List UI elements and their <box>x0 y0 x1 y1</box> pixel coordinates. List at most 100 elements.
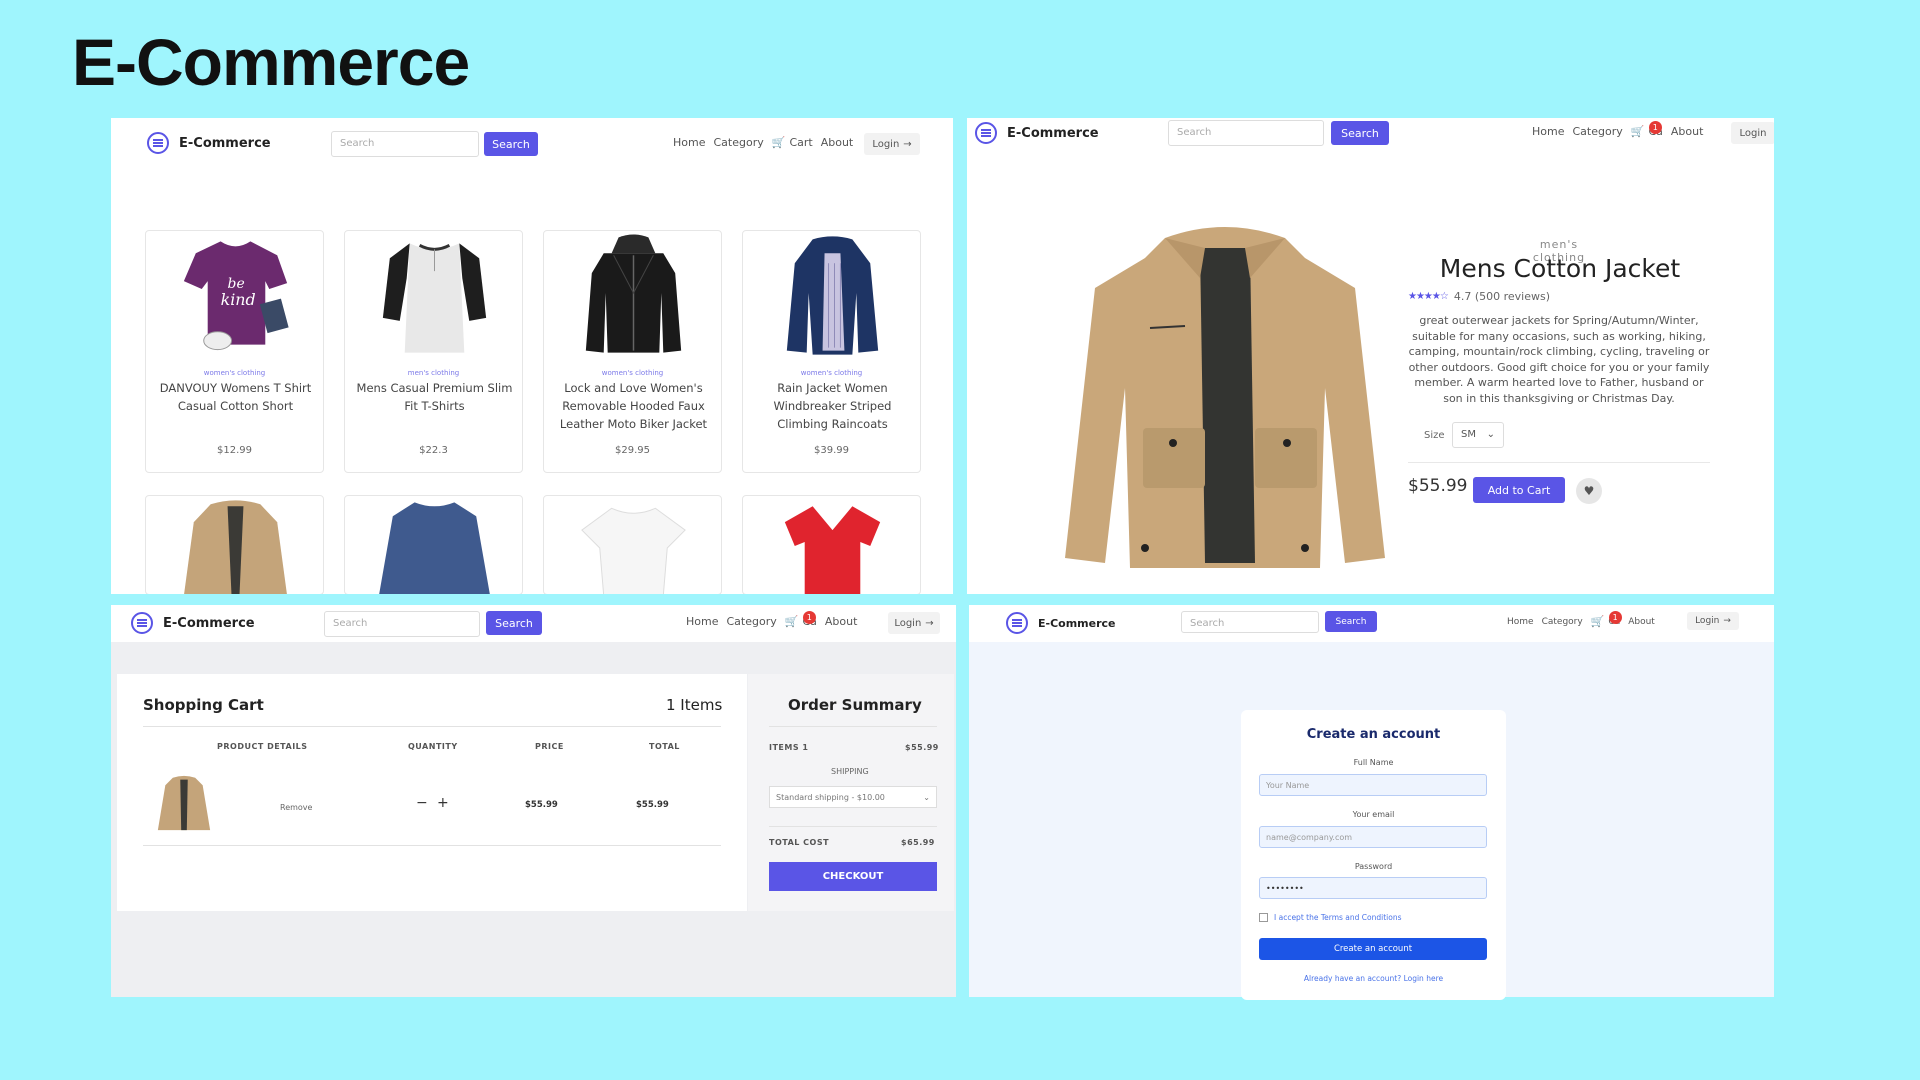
product-title[interactable]: DANVOUY Womens T Shirt Casual Cotton Sho… <box>156 379 315 415</box>
nav-home[interactable]: Home <box>1532 125 1564 138</box>
nav-category[interactable]: Category <box>726 615 776 628</box>
search-input[interactable]: Search <box>324 611 480 637</box>
product-card[interactable]: women's clothing Lock and Love Women's R… <box>543 230 722 473</box>
product-category: women's clothing <box>203 369 266 377</box>
chevron-down-icon: ⌄ <box>923 793 930 802</box>
logo-icon <box>1006 612 1028 634</box>
brand[interactable]: E-Commerce <box>1006 612 1116 634</box>
divider <box>1408 462 1710 463</box>
product-title[interactable]: Lock and Love Women's Removable Hooded F… <box>554 379 713 433</box>
nav-links: Home Category 🛒Ca1 About <box>1532 121 1704 138</box>
product-card[interactable] <box>344 495 523 594</box>
add-to-cart-button[interactable]: Add to Cart <box>1473 477 1565 503</box>
brand[interactable]: E-Commerce <box>975 122 1099 144</box>
arrow-right-icon: → <box>1723 616 1731 626</box>
nav-about[interactable]: About <box>825 615 858 628</box>
navbar: E-Commerce Search Search Home Category 🛒… <box>111 605 956 642</box>
product-card[interactable]: men's clothing Mens Casual Premium Slim … <box>344 230 523 473</box>
detail-title: Mens Cotton Jacket <box>1439 254 1681 283</box>
search-input[interactable]: Search <box>1181 611 1319 633</box>
size-select[interactable]: SM ⌄ <box>1452 422 1504 448</box>
nav-home[interactable]: Home <box>1507 617 1534 627</box>
email-input[interactable]: name@company.com <box>1259 826 1487 848</box>
remove-link[interactable]: Remove <box>280 803 312 812</box>
nav-home[interactable]: Home <box>686 615 718 628</box>
product-card[interactable] <box>145 495 324 594</box>
checkbox[interactable] <box>1259 913 1268 922</box>
brand[interactable]: E-Commerce <box>147 132 271 154</box>
cart-item-price: $55.99 <box>525 800 558 810</box>
shipping-select[interactable]: Standard shipping - $10.00 ⌄ <box>769 786 937 808</box>
cart-icon: 🛒 <box>1630 125 1645 138</box>
detail-description: great outerwear jackets for Spring/Autum… <box>1408 314 1710 405</box>
cart-items-count: 1 Items <box>666 696 723 714</box>
divider <box>143 726 721 727</box>
full-name-input[interactable]: Your Name <box>1259 774 1487 796</box>
nav-links: Home Category 🛒Ca1 About <box>686 611 858 628</box>
nav-cart[interactable]: 🛒Ca1 <box>785 611 817 628</box>
cart-item-image <box>157 775 211 831</box>
brand-name: E-Commerce <box>1038 616 1116 630</box>
terms-checkbox[interactable]: I accept the Terms and Conditions <box>1259 913 1402 922</box>
product-title[interactable]: Rain Jacket Women Windbreaker Striped Cl… <box>753 379 912 433</box>
product-card[interactable]: women's clothing Rain Jacket Women Windb… <box>742 230 921 473</box>
quantity-plus-button[interactable]: + <box>437 795 449 811</box>
product-card[interactable] <box>742 495 921 594</box>
create-account-button[interactable]: Create an account <box>1259 938 1487 960</box>
nav-category[interactable]: Category <box>1542 617 1583 627</box>
login-button[interactable]: Login → <box>864 133 920 155</box>
search-input[interactable]: Search <box>331 131 479 157</box>
login-here-link[interactable]: Already have an account? Login here <box>1241 974 1506 983</box>
chevron-down-icon: ⌄ <box>1486 429 1495 440</box>
product-image-navy-raincoat <box>786 236 879 355</box>
nav-category[interactable]: Category <box>713 136 763 149</box>
product-title[interactable]: Mens Casual Premium Slim Fit T-Shirts <box>355 379 514 415</box>
divider <box>769 826 937 827</box>
terms-label[interactable]: I accept the Terms and Conditions <box>1274 913 1402 922</box>
login-button[interactable]: Login → <box>1687 612 1739 630</box>
product-card[interactable] <box>543 495 722 594</box>
search-button[interactable]: Search <box>1331 121 1389 145</box>
nav-about[interactable]: About <box>821 136 854 149</box>
brand[interactable]: E-Commerce <box>131 612 255 634</box>
svg-text:kind: kind <box>221 290 256 309</box>
product-card[interactable]: be kind women's clothing DANVOUY Womens … <box>145 230 324 473</box>
login-button[interactable]: Login → <box>888 612 940 634</box>
cart-title: Shopping Cart <box>143 696 264 714</box>
size-value: SM <box>1461 429 1476 440</box>
search-button[interactable]: Search <box>1325 611 1377 632</box>
password-label: Password <box>1354 862 1393 871</box>
logo-icon <box>147 132 169 154</box>
nav-about[interactable]: About <box>1671 125 1704 138</box>
arrow-right-icon: → <box>903 138 912 150</box>
quantity-minus-button[interactable]: − <box>416 795 428 811</box>
password-input[interactable]: •••••••• <box>1259 877 1487 899</box>
search-input[interactable]: Search <box>1168 120 1324 146</box>
search-button[interactable]: Search <box>484 132 538 156</box>
heart-icon[interactable]: ♥ <box>1576 478 1602 504</box>
nav-cart[interactable]: 🛒Ca1 <box>1591 611 1622 628</box>
login-label: Login <box>894 617 922 629</box>
login-button[interactable]: Login <box>1731 122 1774 144</box>
products-screen: E-Commerce Search Search Home Category 🛒… <box>111 118 953 594</box>
signup-title: Create an account <box>1306 727 1441 742</box>
search-button[interactable]: Search <box>486 611 542 635</box>
nav-about[interactable]: About <box>1628 617 1655 627</box>
star-rating-icon: ★★★★☆ <box>1408 291 1449 302</box>
header-quantity: QUANTITY <box>408 742 458 751</box>
nav-cart[interactable]: 🛒 Cart <box>772 136 813 149</box>
product-price: $22.3 <box>419 445 448 456</box>
nav-category[interactable]: Category <box>1572 125 1622 138</box>
checkout-button[interactable]: CHECKOUT <box>769 862 937 891</box>
summary-items-value: $55.99 <box>905 743 939 752</box>
login-label: Login <box>872 138 900 150</box>
nav-cart[interactable]: 🛒Ca1 <box>1630 121 1663 138</box>
product-image-tan-jacket <box>184 500 287 594</box>
product-category: men's clothing <box>407 369 460 377</box>
cart-icon: 🛒 <box>771 136 786 149</box>
nav-home[interactable]: Home <box>673 136 705 149</box>
product-image-white-tshirt <box>581 507 686 594</box>
navbar: E-Commerce Search Search Home Category 🛒… <box>967 118 1774 170</box>
product-image-blue-longsleeve <box>379 502 490 594</box>
header-total: TOTAL <box>649 742 680 751</box>
